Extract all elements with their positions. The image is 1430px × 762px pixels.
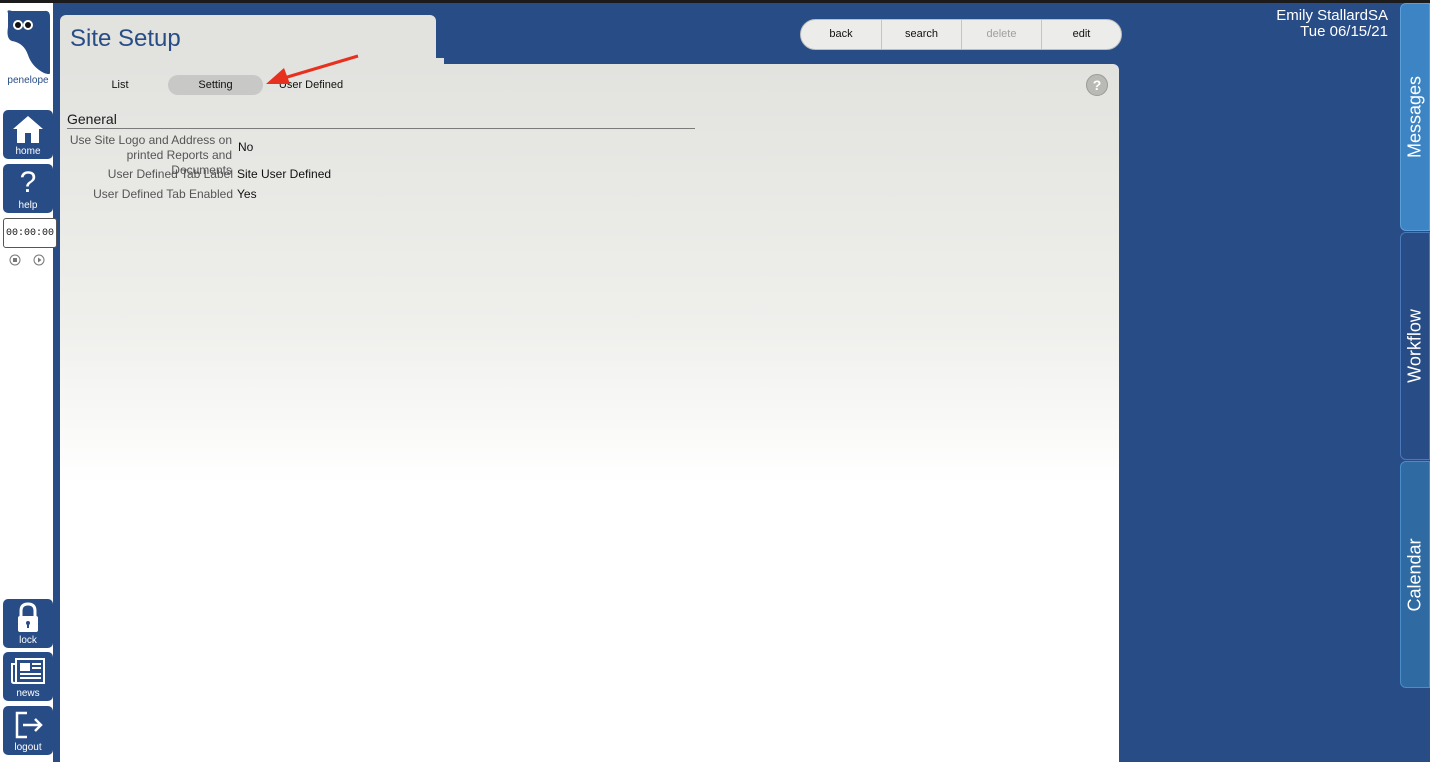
help-label: help	[18, 200, 38, 211]
logout-icon	[3, 708, 53, 742]
section-title: General	[67, 111, 117, 127]
left-sidebar: penelope home ? help 00:00:00 lock news …	[0, 3, 57, 762]
field-value-tab-label: Site User Defined	[237, 167, 332, 181]
tab-messages-label: Messages	[1404, 75, 1425, 159]
toolbar: back search delete edit	[800, 19, 1122, 50]
field-label-line1: Use Site Logo and Address on	[69, 133, 232, 147]
lock-label: lock	[19, 635, 37, 646]
home-button[interactable]: home	[3, 110, 53, 159]
edit-button[interactable]: edit	[1041, 20, 1121, 49]
help-button[interactable]: ? help	[3, 164, 53, 213]
user-info: Emily StallardSA Tue 06/15/21	[1276, 8, 1388, 40]
logout-label: logout	[14, 742, 42, 753]
home-icon	[3, 112, 53, 146]
lock-icon	[3, 601, 53, 635]
title-tab-notch	[434, 58, 444, 66]
current-date: Tue 06/15/21	[1300, 23, 1388, 40]
home-label: home	[15, 146, 41, 157]
title-tab: Site Setup	[60, 15, 436, 67]
arrow-annotation-icon	[262, 52, 362, 93]
delete-button[interactable]: delete	[961, 20, 1041, 49]
user-name: Emily StallardSA	[1276, 7, 1388, 24]
logo-text: penelope	[7, 75, 49, 86]
help-icon: ?	[19, 166, 37, 199]
search-button[interactable]: search	[881, 20, 961, 49]
field-label-tab-enabled: User Defined Tab Enabled	[93, 187, 233, 201]
tab-list[interactable]: List	[100, 75, 140, 95]
logout-button[interactable]: logout	[3, 706, 53, 755]
question-icon[interactable]: ?	[1086, 74, 1108, 96]
tab-workflow[interactable]: Workflow	[1400, 232, 1430, 460]
news-button[interactable]: news	[3, 652, 53, 701]
tab-workflow-label: Workflow	[1404, 309, 1425, 383]
news-label: news	[16, 688, 40, 699]
timer-display: 00:00:00	[3, 218, 57, 248]
page-title: Site Setup	[70, 25, 181, 52]
lock-button[interactable]: lock	[3, 599, 53, 648]
field-value-site-logo: No	[238, 140, 254, 154]
stop-icon[interactable]	[9, 253, 21, 266]
top-border	[0, 0, 1430, 3]
back-button[interactable]: back	[801, 20, 881, 49]
tab-calendar[interactable]: Calendar	[1400, 461, 1430, 688]
field-label-tab-label: User Defined Tab Label	[107, 167, 233, 181]
field-value-tab-enabled: Yes	[237, 187, 257, 201]
tab-messages[interactable]: Messages	[1400, 3, 1430, 231]
tab-setting[interactable]: Setting	[168, 75, 263, 95]
tab-calendar-label: Calendar	[1404, 537, 1425, 612]
section-divider	[67, 128, 695, 129]
play-icon[interactable]	[33, 253, 45, 266]
news-icon	[3, 654, 53, 688]
